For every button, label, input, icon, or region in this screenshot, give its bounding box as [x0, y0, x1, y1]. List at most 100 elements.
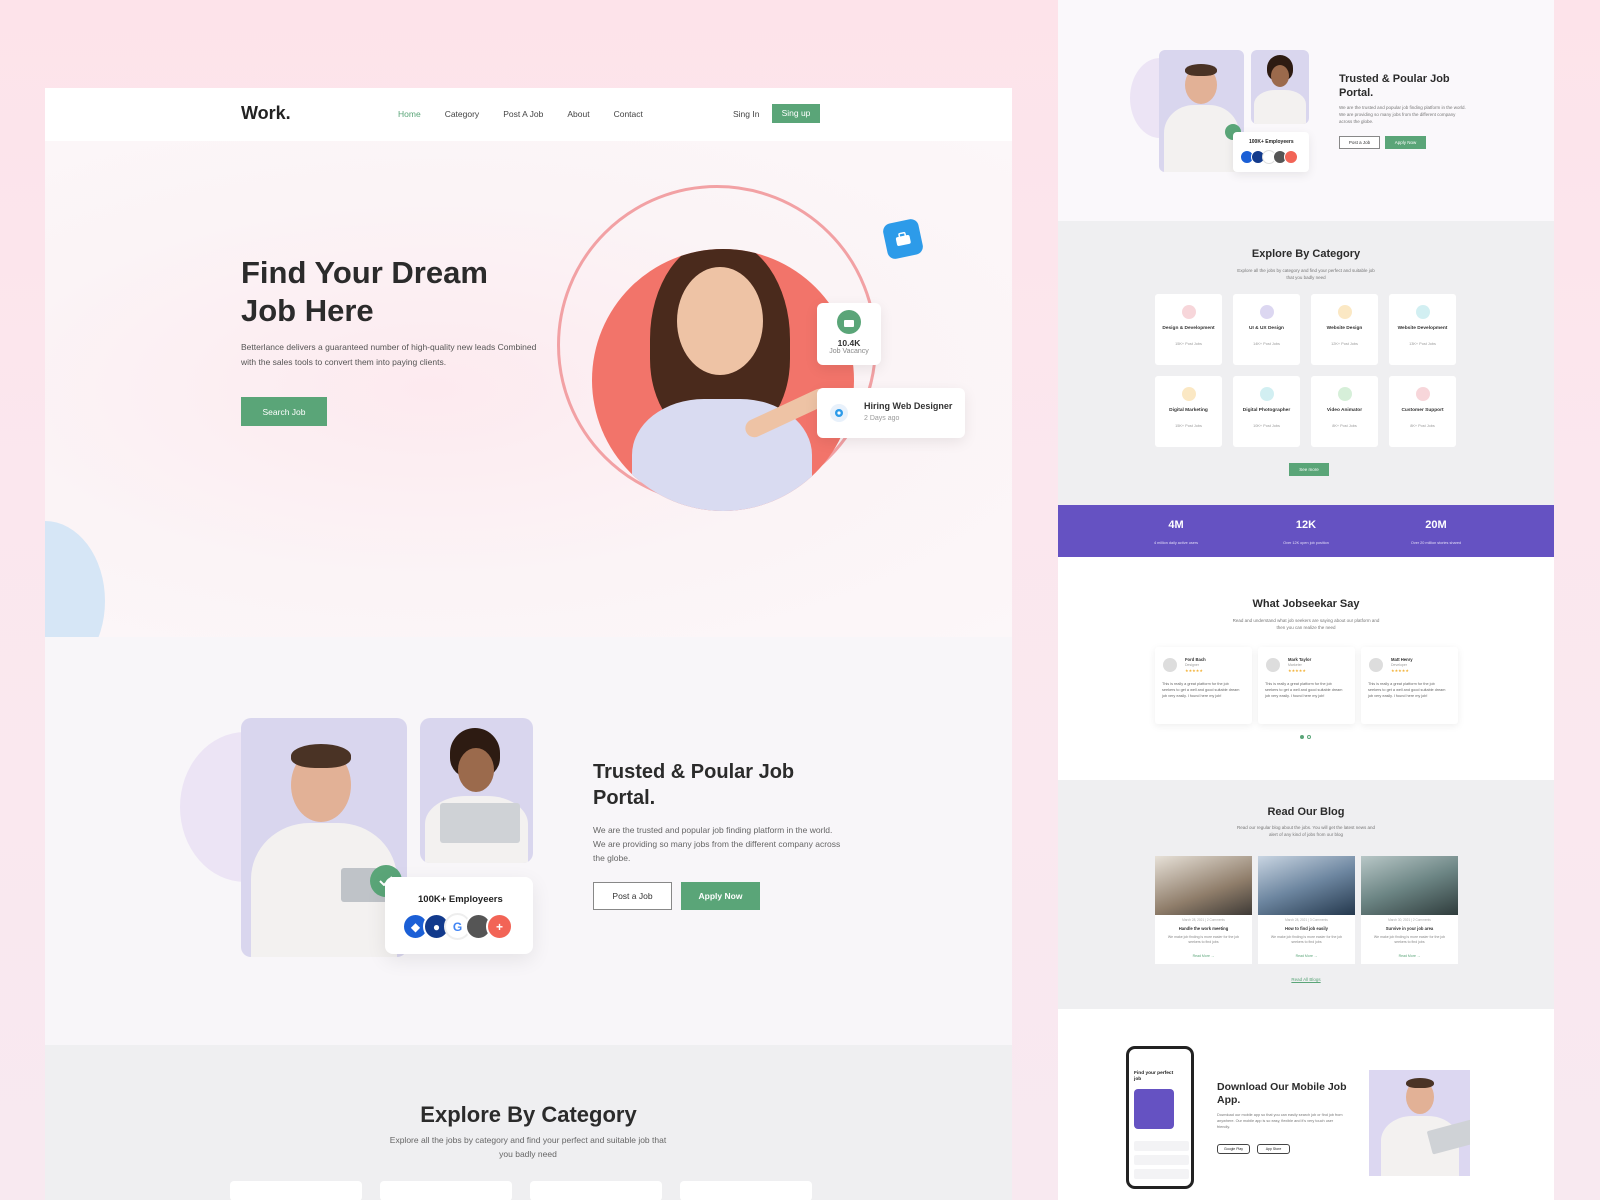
woman-laptop-photo	[1251, 50, 1309, 124]
apply-now-button[interactable]: Apply Now	[1385, 136, 1426, 149]
category-count: 12K+ Post Jobs	[1331, 342, 1358, 346]
avatar	[1369, 658, 1383, 672]
blog-cards: March 28, 2021 | 2 Comments Handle the w…	[1155, 856, 1458, 964]
category-card[interactable]: Digital Photographer 10K+ Post Jobs	[1233, 376, 1300, 447]
explore-title: Explore By Category	[420, 1102, 637, 1127]
post-job-button[interactable]: Post a Job	[593, 882, 672, 910]
category-name: Website Development	[1397, 326, 1448, 331]
category-count: 14K+ Post Jobs	[1253, 342, 1280, 346]
star-rating: ★★★★★	[1391, 668, 1409, 673]
phone-list-item	[1134, 1169, 1189, 1179]
blog-card[interactable]: March 28, 2021 | 2 Comments Handle the w…	[1155, 856, 1252, 964]
blog-title: Read Our Blog	[1267, 806, 1345, 818]
category-name: Design & Development	[1162, 326, 1215, 331]
nav-link-category[interactable]: Category	[445, 109, 480, 119]
category-count: 8K+ Post Jobs	[1410, 424, 1435, 428]
employers-label: 100K+ Employeers	[418, 894, 503, 905]
star-rating: ★★★★★	[1288, 668, 1306, 673]
category-card[interactable]	[230, 1181, 362, 1200]
blog-card[interactable]: March 30, 2021 | 2 Comments Survive in y…	[1361, 856, 1458, 964]
category-count: 10K+ Post Jobs	[1253, 424, 1280, 428]
category-card[interactable]	[530, 1181, 662, 1200]
testimonial-card: Matt Henry Developer ★★★★★ This is reall…	[1361, 647, 1458, 724]
category-card[interactable]: Video Animator 8K+ Post Jobs	[1311, 376, 1378, 447]
nav-link-contact[interactable]: Contact	[614, 109, 643, 119]
briefcase-icon	[895, 231, 911, 246]
blog-image	[1258, 856, 1355, 915]
category-name: Digital Marketing	[1169, 408, 1208, 413]
category-card[interactable]: Website Development 13K+ Post Jobs	[1389, 294, 1456, 365]
search-job-button[interactable]: Search Job	[241, 397, 327, 426]
category-count: 8K+ Post Jobs	[1332, 424, 1357, 428]
nav-link-post-job[interactable]: Post A Job	[503, 109, 543, 119]
category-card[interactable]: UI & UX Design 14K+ Post Jobs	[1233, 294, 1300, 365]
post-job-button[interactable]: Post a Job	[1339, 136, 1380, 149]
read-more-link[interactable]: Read More →	[1155, 954, 1252, 958]
logo[interactable]: Work.	[241, 103, 291, 124]
category-grid: Design & Development 15K+ Post Jobs UI & …	[1155, 294, 1456, 447]
app-text: Download our mobile app so that you can …	[1217, 1113, 1343, 1129]
google-play-button[interactable]: Google Play	[1217, 1144, 1250, 1154]
app-title: Download Our Mobile Job App.	[1217, 1081, 1347, 1106]
category-subtitle: Explore all the jobs by category and fin…	[1237, 268, 1375, 280]
category-card[interactable]: Customer Support 8K+ Post Jobs	[1389, 376, 1456, 447]
phone-title: Find your perfect job	[1134, 1071, 1174, 1082]
vacancy-label: Job Vacancy	[829, 348, 869, 355]
category-icon	[1337, 387, 1352, 401]
signup-button[interactable]: Sing up	[772, 104, 820, 123]
hero-photo	[592, 249, 854, 511]
stat-value: 20M	[1425, 519, 1447, 531]
reviewer-role: Developer	[1391, 663, 1407, 667]
plus-icon[interactable]: +	[486, 913, 513, 940]
read-all-blogs-link[interactable]: Read All Blogs	[1058, 977, 1554, 982]
category-icon	[1181, 305, 1196, 319]
category-card[interactable]: Digital Marketing 15K+ Post Jobs	[1155, 376, 1222, 447]
avatar	[1163, 658, 1177, 672]
blog-meta: March 28, 2021 | 2 Comments	[1182, 918, 1225, 922]
blog-post-title: Survive in your job area	[1385, 926, 1434, 931]
blog-meta: March 30, 2021 | 2 Comments	[1388, 918, 1431, 922]
blog-subtitle: Read our regular blog about the jobs. Yo…	[1236, 825, 1376, 837]
stat-label: 4 million daily active users	[1153, 541, 1199, 545]
category-card[interactable]: Design & Development 15K+ Post Jobs	[1155, 294, 1222, 365]
blog-card[interactable]: March 28, 2021 | 3 Comments How to find …	[1258, 856, 1355, 964]
man-laptop-photo	[1369, 1070, 1470, 1176]
employers-card: 100K+ Employeers	[1233, 132, 1309, 172]
phone-card	[1134, 1089, 1174, 1129]
landing-page-preview: Work. Home Category Post A Job About Con…	[45, 88, 1012, 1200]
category-card[interactable]	[380, 1181, 512, 1200]
carousel-dot[interactable]	[1300, 735, 1304, 739]
plus-icon[interactable]	[1284, 150, 1298, 164]
signin-link[interactable]: Sing In	[733, 109, 759, 119]
company-logos	[1240, 150, 1298, 164]
read-more-link[interactable]: Read More →	[1361, 954, 1458, 958]
trusted-section: 100K+ Employeers ◆ ● G + Trusted & Poula…	[45, 637, 1012, 1045]
hiring-title: Hiring Web Designer	[864, 401, 953, 411]
man-photo	[241, 718, 407, 957]
vacancy-count: 10.4K	[837, 338, 861, 348]
category-card[interactable]: Website Design 12K+ Post Jobs	[1311, 294, 1378, 365]
category-card[interactable]	[680, 1181, 812, 1200]
nav-link-home[interactable]: Home	[398, 109, 421, 119]
category-icon	[1181, 387, 1196, 401]
phone-list-item	[1134, 1155, 1189, 1165]
testimonials-subtitle: Read and understand what job seekers are…	[1232, 618, 1380, 630]
app-download-section: Find your perfect job Download Our Mobil…	[1058, 1009, 1554, 1200]
stat-users: 4M 4 million daily active users	[1111, 519, 1241, 549]
nav-link-about[interactable]: About	[567, 109, 589, 119]
hiring-card[interactable]: Hiring Web Designer 2 Days ago	[817, 388, 965, 438]
see-more-button[interactable]: See more	[1289, 463, 1329, 476]
category-title: Explore By Category	[1251, 248, 1361, 260]
read-more-link[interactable]: Read More →	[1258, 954, 1355, 958]
blog-excerpt: We make job finding is more easier for t…	[1167, 935, 1240, 944]
category-icon	[1259, 305, 1274, 319]
full-page-preview: 100K+ Employeers Trusted & Poular Job Po…	[1058, 0, 1554, 1200]
app-store-button[interactable]: App Store	[1257, 1144, 1290, 1154]
hiring-time: 2 Days ago	[864, 415, 900, 422]
camera-icon	[830, 404, 848, 422]
blog-image	[1155, 856, 1252, 915]
carousel-dot[interactable]	[1307, 735, 1311, 739]
trusted-text: We are the trusted and popular job findi…	[593, 825, 841, 863]
woman-laptop-photo	[420, 718, 533, 863]
apply-now-button[interactable]: Apply Now	[681, 882, 760, 910]
